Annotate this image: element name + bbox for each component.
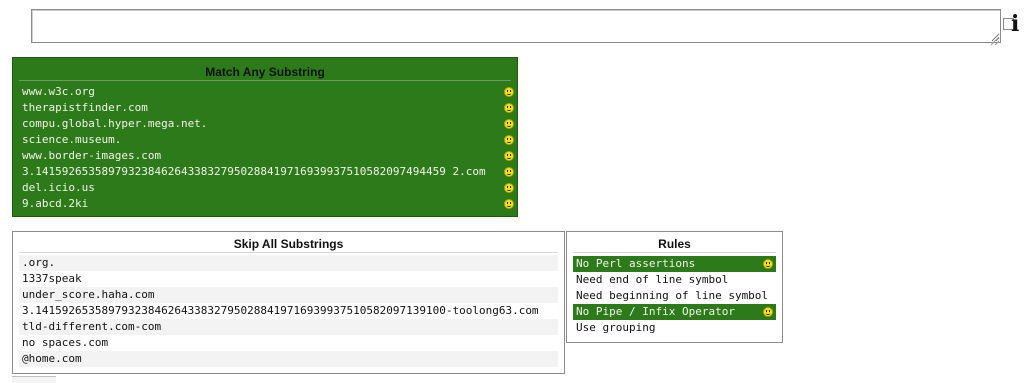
smiley-icon	[504, 183, 514, 193]
match-row-text: www.border-images.com	[22, 149, 162, 162]
skip-row-text: 3.14159265358979323846264338327950288419…	[22, 304, 539, 317]
smiley-icon	[504, 103, 514, 113]
smiley-icon	[504, 199, 514, 209]
smiley-icon	[504, 119, 514, 129]
skip-panel-title: Skip All Substrings	[19, 236, 558, 253]
smiley-icon	[504, 167, 514, 177]
skip-row: 1337speak	[19, 271, 558, 287]
rule-row: Need beginning of line symbol	[573, 288, 776, 304]
rule-row: No Perl assertions	[573, 256, 776, 272]
match-row-text: www.w3c.org	[22, 85, 95, 98]
rule-row: No Pipe / Infix Operator	[573, 304, 776, 320]
skip-row: 3.14159265358979323846264338327950288419…	[19, 303, 558, 319]
skip-row: no spaces.com	[19, 335, 558, 351]
skip-row-text: .org.	[22, 256, 56, 269]
match-row: 9.abcd.2ki	[19, 196, 514, 212]
match-row: 3.14159265358979323846264338327950288419…	[19, 164, 514, 180]
match-panel-title: Match Any Substring	[19, 64, 511, 81]
rule-row: Need end of line symbol	[573, 272, 776, 288]
rule-row: Use grouping	[573, 320, 776, 336]
regex-input-wrapper	[31, 9, 1001, 47]
match-list: www.w3c.org therapistfinder.com compu.glob…	[13, 81, 517, 212]
skip-row: .org.	[19, 255, 558, 271]
skip-row-text: under_score.haha.com	[22, 288, 155, 301]
rules-panel: Rules No Perl assertions Need end of line…	[566, 231, 783, 343]
match-row: del.icio.us	[19, 180, 514, 196]
regex-input[interactable]	[31, 9, 1001, 43]
smiley-icon	[763, 259, 773, 269]
match-row: therapistfinder.com	[19, 100, 514, 116]
rules-panel-title: Rules	[573, 236, 776, 253]
match-row: science.museum.	[19, 132, 514, 148]
match-row-text: del.icio.us	[22, 181, 95, 194]
skip-row-text: 1337speak	[22, 272, 82, 285]
smiley-icon	[763, 307, 773, 317]
match-row-text: compu.global.hyper.mega.net.	[22, 117, 208, 130]
rule-row-text: No Pipe / Infix Operator	[576, 305, 735, 318]
match-row: compu.global.hyper.mega.net.	[19, 116, 514, 132]
match-row-text: 3.14159265358979323846264338327950288419…	[22, 165, 486, 178]
match-row-text: science.museum.	[22, 133, 122, 146]
skip-row-text: no spaces.com	[22, 336, 109, 349]
rules-list: No Perl assertions Need end of line symbo…	[567, 253, 782, 336]
skip-row: tld-different.com-com	[19, 319, 558, 335]
match-row: www.w3c.org	[19, 84, 514, 100]
rule-row-text: Use grouping	[576, 321, 656, 334]
info-icon[interactable]: i	[1011, 12, 1019, 36]
skip-list: .org. 1337speak under_score.haha.com 3.1415…	[13, 253, 564, 367]
skip-row: @home.com	[19, 351, 558, 367]
match-row: www.border-images.com	[19, 148, 514, 164]
match-panel: Match Any Substring www.w3c.org therapist…	[12, 57, 518, 217]
rule-row-text: Need end of line symbol	[576, 273, 729, 286]
smiley-icon	[504, 151, 514, 161]
skip-row-text: tld-different.com-com	[22, 320, 162, 333]
skip-row: under_score.haha.com	[19, 287, 558, 303]
match-row-text: 9.abcd.2ki	[22, 197, 89, 210]
skip-row-text: @home.com	[22, 352, 82, 365]
resize-grip-icon[interactable]	[991, 37, 999, 45]
smiley-icon	[504, 87, 514, 97]
skip-panel: Skip All Substrings .org. 1337speak under_…	[12, 231, 565, 374]
footer-stub	[12, 376, 56, 383]
rule-row-text: No Perl assertions	[576, 257, 696, 270]
match-row-text: therapistfinder.com	[22, 101, 148, 114]
rule-row-text: Need beginning of line symbol	[576, 289, 769, 302]
smiley-icon	[504, 135, 514, 145]
